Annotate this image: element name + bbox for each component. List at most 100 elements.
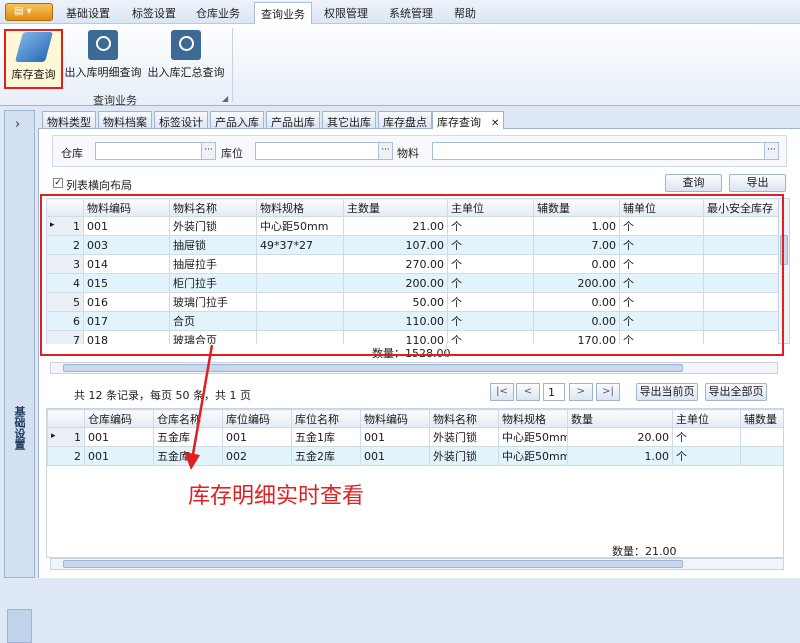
cell-main-unit[interactable]: 个 xyxy=(447,330,534,344)
cell-aux-qty[interactable]: 0.00 xyxy=(533,292,620,312)
app-menu-button[interactable]: ▤ ▾ xyxy=(5,3,53,21)
cell-main-qty[interactable]: 107.00 xyxy=(343,235,448,255)
column-header[interactable]: 辅数量 xyxy=(740,409,783,428)
row-number[interactable]: 4 xyxy=(46,273,84,293)
ellipsis-icon[interactable]: ··· xyxy=(764,143,778,159)
cell-main-unit[interactable]: 个 xyxy=(447,273,534,293)
table-row[interactable]: ▸ 1 001 外装门锁 中心距50mm 21.00 个 1.00 个 xyxy=(46,216,778,236)
cell-min-safety-stock[interactable] xyxy=(703,216,778,236)
cell-material-name[interactable]: 柜门拉手 xyxy=(169,273,257,293)
cell-material-code[interactable]: 015 xyxy=(83,273,170,293)
cell-main-unit[interactable]: 个 xyxy=(447,254,534,274)
cell-material-spec[interactable]: 中心距50mm xyxy=(498,446,568,466)
cell-aux-qty[interactable]: 7.00 xyxy=(533,235,620,255)
cell-aux-qty[interactable] xyxy=(740,427,783,447)
cell-location-name[interactable]: 五金2库 xyxy=(291,446,361,466)
table-row[interactable]: 5 016 玻璃门拉手 50.00 个 0.00 个 xyxy=(46,292,778,312)
column-header[interactable]: 仓库名称 xyxy=(153,409,223,428)
row-number[interactable]: ▸ 1 xyxy=(46,216,84,236)
column-header[interactable]: 辅数量 xyxy=(533,198,620,217)
tab-product-inbound[interactable]: 产品入库 xyxy=(210,111,264,129)
cell-material-name[interactable]: 抽屉锁 xyxy=(169,235,257,255)
ellipsis-icon[interactable]: ··· xyxy=(378,143,392,159)
cell-main-qty[interactable]: 50.00 xyxy=(343,292,448,312)
column-header[interactable]: 物料名称 xyxy=(169,198,257,217)
cell-main-unit[interactable]: 个 xyxy=(447,216,534,236)
cell-aux-qty[interactable]: 200.00 xyxy=(533,273,620,293)
cell-material-spec[interactable]: 中心距50mm xyxy=(498,427,568,447)
column-header[interactable]: 库位编码 xyxy=(222,409,292,428)
cell-material-code[interactable]: 014 xyxy=(83,254,170,274)
cell-aux-unit[interactable]: 个 xyxy=(619,292,704,312)
table-row[interactable]: ▸ 1 001 五金库 001 五金1库 001 外装门锁 中心距50mm 20.00 个 xyxy=(47,427,783,447)
column-header[interactable]: 库位名称 xyxy=(291,409,361,428)
column-header[interactable]: 物料规格 xyxy=(256,198,344,217)
inout-detail-query-button[interactable]: 出入库明细查询 xyxy=(64,29,142,89)
column-header[interactable]: 辅单位 xyxy=(619,198,704,217)
cell-warehouse-name[interactable]: 五金库 xyxy=(153,427,223,447)
table-row[interactable]: 2 003 抽屉锁 49*37*27 107.00 个 7.00 个 xyxy=(46,235,778,255)
column-header[interactable]: 物料编码 xyxy=(360,409,430,428)
column-header[interactable]: 主数量 xyxy=(343,198,448,217)
cell-material-name[interactable]: 合页 xyxy=(169,311,257,331)
table-row[interactable]: 3 014 抽屉拉手 270.00 个 0.00 个 xyxy=(46,254,778,274)
cell-main-qty[interactable]: 110.00 xyxy=(343,311,448,331)
cell-material-spec[interactable]: 49*37*27 xyxy=(256,235,344,255)
menu-warehouse[interactable]: 仓库业务 xyxy=(196,5,240,21)
export-button[interactable]: 导出 xyxy=(729,174,786,192)
column-header[interactable]: 数量 xyxy=(567,409,673,428)
tab-label-design[interactable]: 标签设计 xyxy=(154,111,208,129)
inout-summary-query-button[interactable]: 出入库汇总查询 xyxy=(146,29,226,89)
table-row[interactable]: 6 017 合页 110.00 个 0.00 个 xyxy=(46,311,778,331)
ellipsis-icon[interactable]: ··· xyxy=(201,143,215,159)
row-number[interactable]: 5 xyxy=(46,292,84,312)
cell-material-name[interactable]: 外装门锁 xyxy=(429,446,499,466)
stock-grid-hscroll[interactable] xyxy=(50,362,778,374)
cell-aux-unit[interactable]: 个 xyxy=(619,235,704,255)
location-field[interactable]: ··· xyxy=(255,142,393,160)
cell-material-name[interactable]: 玻璃合页 xyxy=(169,330,257,344)
nav-panel-button[interactable] xyxy=(7,609,32,643)
cell-main-unit[interactable]: 个 xyxy=(672,427,741,447)
cell-location-code[interactable]: 001 xyxy=(222,427,292,447)
stock-query-button[interactable]: 库存查询 xyxy=(4,29,63,89)
cell-material-name[interactable]: 外装门锁 xyxy=(169,216,257,236)
cell-main-qty[interactable]: 270.00 xyxy=(343,254,448,274)
menu-query[interactable]: 查询业务 xyxy=(254,2,312,25)
cell-main-qty[interactable]: 200.00 xyxy=(343,273,448,293)
cell-main-unit[interactable]: 个 xyxy=(672,446,741,466)
cell-material-spec[interactable] xyxy=(256,254,344,274)
cell-material-name[interactable]: 抽屉拉手 xyxy=(169,254,257,274)
tab-inventory-count[interactable]: 库存盘点 xyxy=(378,111,432,129)
cell-aux-qty[interactable]: 0.00 xyxy=(533,254,620,274)
first-page-button[interactable]: |< xyxy=(490,383,514,401)
page-number-input[interactable]: 1 xyxy=(543,383,565,401)
cell-material-code[interactable]: 017 xyxy=(83,311,170,331)
cell-material-spec[interactable] xyxy=(256,273,344,293)
cell-material-spec[interactable]: 中心距50mm xyxy=(256,216,344,236)
cell-min-safety-stock[interactable] xyxy=(703,235,778,255)
cell-warehouse-code[interactable]: 001 xyxy=(84,446,154,466)
column-header[interactable]: 物料名称 xyxy=(429,409,499,428)
cell-material-code[interactable]: 001 xyxy=(83,216,170,236)
group-expand-icon[interactable]: ◢ xyxy=(222,94,228,103)
cell-aux-unit[interactable]: 个 xyxy=(619,254,704,274)
row-number[interactable]: 3 xyxy=(46,254,84,274)
last-page-button[interactable]: >| xyxy=(596,383,620,401)
tab-material-archive[interactable]: 物料档案 xyxy=(98,111,152,129)
material-field[interactable]: ··· xyxy=(432,142,779,160)
export-all-pages-button[interactable]: 导出全部页 xyxy=(705,383,767,401)
cell-min-safety-stock[interactable] xyxy=(703,273,778,293)
menu-label-settings[interactable]: 标签设置 xyxy=(132,5,176,21)
cell-main-unit[interactable]: 个 xyxy=(447,311,534,331)
cell-location-code[interactable]: 002 xyxy=(222,446,292,466)
cell-material-name[interactable]: 外装门锁 xyxy=(429,427,499,447)
cell-material-spec[interactable] xyxy=(256,311,344,331)
query-button[interactable]: 查询 xyxy=(665,174,722,192)
cell-main-unit[interactable]: 个 xyxy=(447,235,534,255)
cell-min-safety-stock[interactable] xyxy=(703,292,778,312)
cell-qty[interactable]: 1.00 xyxy=(567,446,673,466)
row-number[interactable]: ▸ 1 xyxy=(47,427,85,447)
row-number[interactable]: 2 xyxy=(47,446,85,466)
menu-permissions[interactable]: 权限管理 xyxy=(324,5,368,21)
